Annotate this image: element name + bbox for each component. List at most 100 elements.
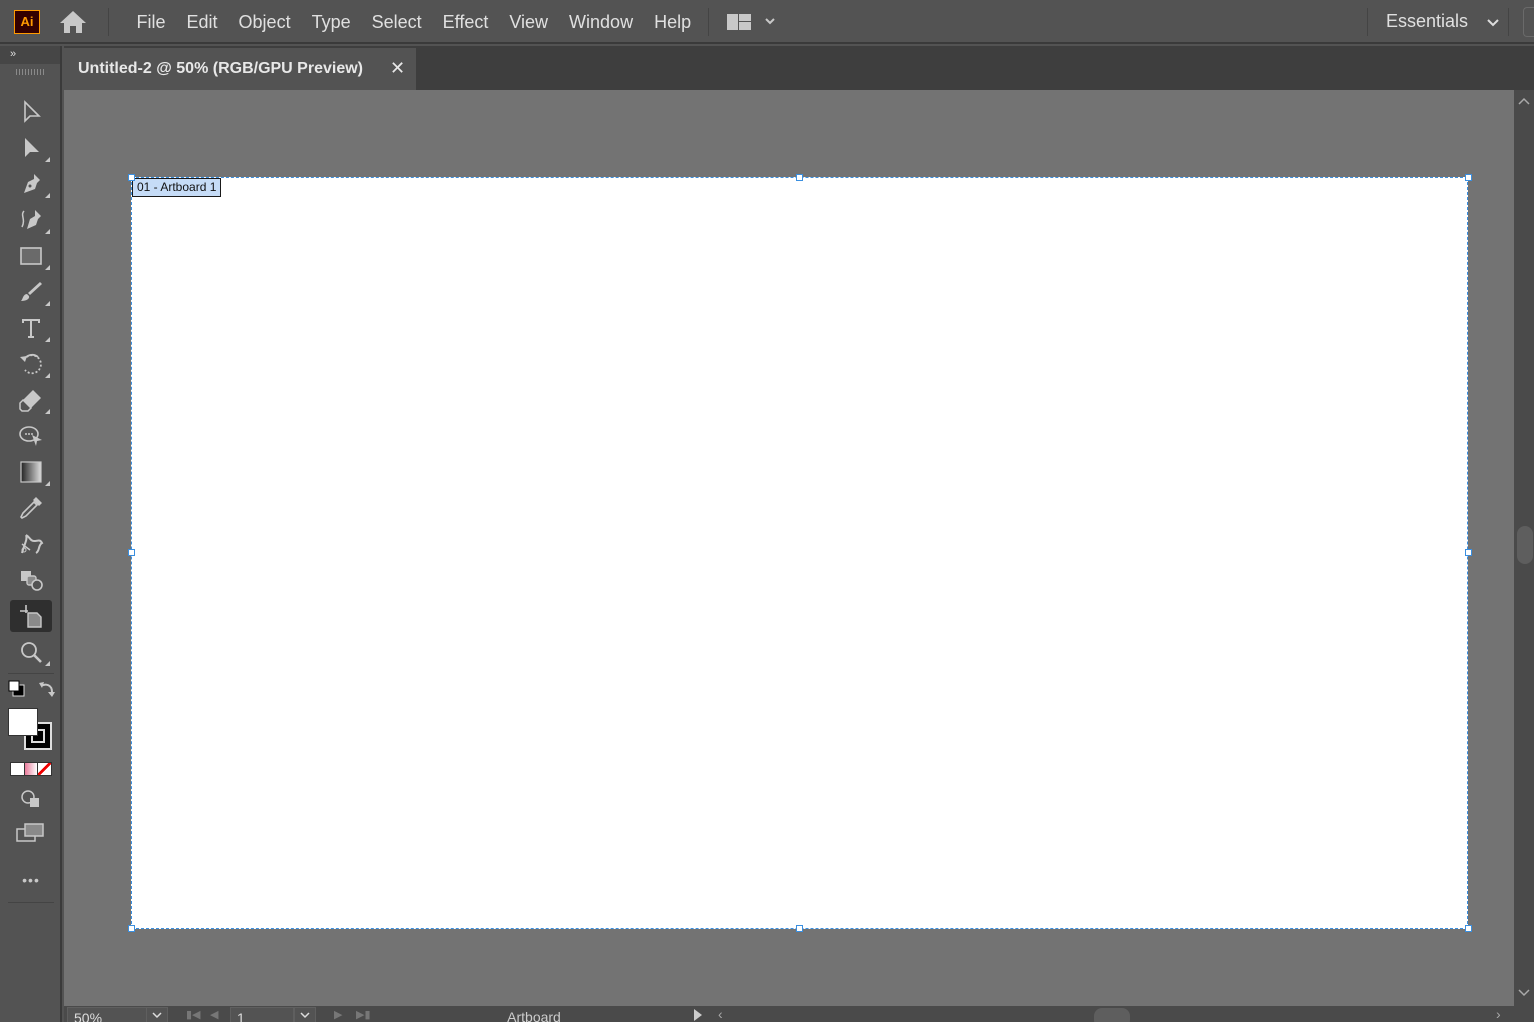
puppet-warp-tool[interactable]	[10, 420, 52, 452]
menu-effect[interactable]: Effect	[432, 0, 499, 44]
shape-builder-tool[interactable]	[10, 564, 52, 596]
blend-tool[interactable]	[10, 528, 52, 560]
menu-object[interactable]: Object	[228, 0, 301, 44]
home-icon	[60, 11, 86, 33]
status-bar: 50% ▮◀ ◀ 1 ▶ ▶▮ Artboard ‹ ›	[64, 1006, 1534, 1022]
resize-handle-top[interactable]	[796, 174, 803, 181]
color-mode-gradient[interactable]	[24, 763, 38, 775]
artboard-label[interactable]: 01 - Artboard 1	[132, 178, 222, 197]
chevron-down-icon	[1487, 0, 1499, 42]
edit-toolbar-button[interactable]: •••	[10, 870, 52, 890]
eyedropper-tool[interactable]	[10, 492, 52, 524]
default-fill-stroke-button[interactable]	[8, 680, 26, 698]
menu-help[interactable]: Help	[644, 0, 702, 44]
draw-mode-button[interactable]	[18, 788, 44, 810]
type-icon	[22, 319, 40, 338]
gradient-icon	[20, 461, 42, 483]
artboard-number-field[interactable]: 1	[230, 1007, 294, 1022]
menu-window[interactable]: Window	[559, 0, 644, 44]
screen-mode-button[interactable]	[16, 822, 46, 844]
menu-list: File Edit Object Type Select Effect View…	[126, 0, 702, 44]
fill-swatch[interactable]	[8, 708, 38, 736]
selection-tool[interactable]	[10, 96, 52, 128]
toolbar-divider	[8, 673, 54, 674]
tools-panel: » •••	[0, 46, 62, 1022]
swap-fill-stroke-button[interactable]	[38, 680, 56, 698]
resize-handle-bottom[interactable]	[796, 925, 803, 932]
search-button[interactable]	[1523, 7, 1534, 37]
document-tab[interactable]: Untitled-2 @ 50% (RGB/GPU Preview) ✕	[64, 48, 416, 90]
resize-handle-top-left[interactable]	[128, 174, 135, 181]
resize-handle-right[interactable]	[1465, 549, 1472, 556]
artboard-tool[interactable]	[10, 600, 52, 632]
curvature-tool[interactable]	[10, 204, 52, 236]
zoom-tool[interactable]	[10, 636, 52, 668]
grip-icon	[16, 69, 44, 75]
color-mode-color[interactable]	[11, 763, 24, 775]
flyout-indicator	[45, 229, 50, 234]
default-colors-icon	[8, 680, 25, 697]
artboard-icon	[20, 605, 42, 628]
menu-select[interactable]: Select	[361, 0, 432, 44]
paintbrush-icon	[21, 282, 42, 301]
document-tab-bar: Untitled-2 @ 50% (RGB/GPU Preview) ✕	[64, 46, 1534, 90]
resize-handle-bottom-right[interactable]	[1465, 925, 1472, 932]
app-logo: Ai	[14, 10, 40, 34]
curvature-pen-icon	[21, 210, 41, 229]
rotate-tool[interactable]	[10, 348, 52, 380]
resize-handle-bottom-left[interactable]	[128, 925, 135, 932]
resize-handle-left[interactable]	[128, 549, 135, 556]
scroll-left-icon[interactable]: ‹	[718, 1006, 723, 1022]
flyout-indicator	[45, 193, 50, 198]
next-artboard-button[interactable]: ▶	[334, 1008, 342, 1021]
chevron-down-icon	[300, 1012, 310, 1019]
collapse-panel-button[interactable]: »	[0, 46, 60, 64]
eyedropper-icon	[20, 497, 42, 519]
panel-grip[interactable]	[0, 64, 60, 80]
workspace-switcher[interactable]: Essentials	[1380, 0, 1499, 44]
zoom-level-field[interactable]: 50%	[67, 1007, 147, 1022]
menu-view[interactable]: View	[499, 0, 559, 44]
horizontal-scroll-thumb[interactable]	[1094, 1008, 1130, 1022]
blend-icon	[21, 534, 44, 554]
pen-icon	[24, 174, 40, 193]
gradient-tool[interactable]	[10, 456, 52, 488]
vertical-scrollbar[interactable]	[1514, 90, 1534, 1006]
scroll-right-icon[interactable]: ›	[1496, 1006, 1501, 1022]
scroll-up-icon[interactable]	[1518, 94, 1530, 108]
status-menu-icon[interactable]	[694, 1009, 702, 1021]
menu-bar: Ai File Edit Object Type Select Effect V…	[0, 0, 1534, 44]
draw-mode-icon	[21, 790, 39, 807]
status-text: Artboard	[507, 1009, 561, 1022]
previous-artboard-button[interactable]: ◀	[210, 1008, 218, 1021]
shape-builder-icon	[21, 571, 43, 591]
zoom-dropdown-button[interactable]	[146, 1007, 168, 1022]
paintbrush-tool[interactable]	[10, 276, 52, 308]
type-tool[interactable]	[10, 312, 52, 344]
eraser-tool[interactable]	[10, 384, 52, 416]
arrange-documents-icon	[727, 14, 775, 30]
document-tab-title: Untitled-2 @ 50% (RGB/GPU Preview)	[78, 60, 363, 77]
menu-edit[interactable]: Edit	[176, 0, 228, 44]
menu-separator	[108, 8, 109, 36]
pen-tool[interactable]	[10, 168, 52, 200]
direct-selection-tool[interactable]	[10, 132, 52, 164]
resize-handle-top-right[interactable]	[1465, 174, 1472, 181]
arrange-documents-button[interactable]	[725, 12, 781, 32]
menu-file[interactable]: File	[126, 0, 176, 44]
home-button[interactable]	[58, 9, 88, 35]
flyout-indicator	[45, 157, 50, 162]
artboard[interactable]	[131, 177, 1468, 929]
rectangle-tool[interactable]	[10, 240, 52, 272]
first-artboard-button[interactable]: ▮◀	[186, 1008, 201, 1021]
canvas[interactable]: 01 - Artboard 1	[64, 90, 1514, 1006]
color-mode-none[interactable]	[38, 763, 52, 775]
artboard-dropdown-button[interactable]	[294, 1007, 316, 1022]
vertical-scroll-thumb[interactable]	[1517, 526, 1533, 564]
menu-type[interactable]: Type	[301, 0, 361, 44]
rotate-icon	[20, 353, 42, 375]
close-tab-button[interactable]: ✕	[390, 48, 405, 88]
scroll-down-icon[interactable]	[1518, 986, 1530, 1000]
last-artboard-button[interactable]: ▶▮	[356, 1008, 371, 1021]
flyout-indicator	[45, 481, 50, 486]
